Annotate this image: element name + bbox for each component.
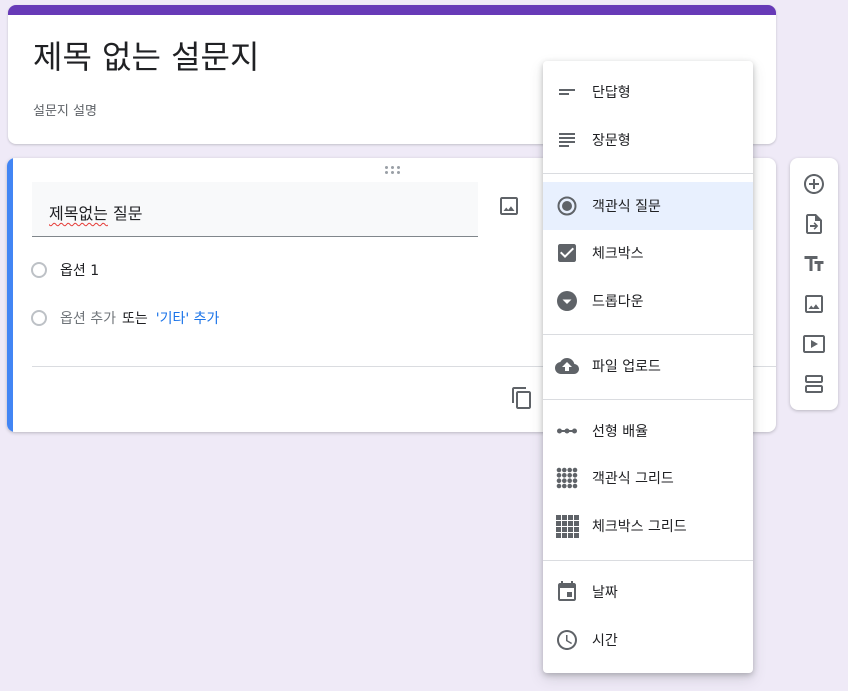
menu-item-label: 체크박스 그리드 [592,519,687,535]
menu-divider [543,334,753,335]
add-section-icon[interactable] [802,372,826,396]
radio-button [31,310,47,326]
add-option-row: 옵션 추가 또는 '기타' 추가 [31,306,219,330]
menu-item-label: 선형 배율 [592,424,648,440]
add-other-button[interactable]: '기타' 추가 [156,308,220,328]
menu-item-linear-scale[interactable]: 선형 배율 [543,407,753,455]
menu-item-short-answer[interactable]: 단답형 [543,68,753,116]
menu-item-label: 파일 업로드 [592,359,661,375]
add-option-button[interactable]: 옵션 추가 [60,308,116,328]
add-title-icon[interactable] [802,252,826,276]
add-circle-icon[interactable] [802,172,826,196]
import-questions-icon[interactable] [802,212,826,236]
menu-divider [543,173,753,174]
menu-item-checkbox[interactable]: 체크박스 [543,229,753,277]
menu-item-dropdown[interactable]: 드롭다운 [543,277,753,325]
radio-button [31,262,47,278]
paragraph-icon [555,128,579,152]
menu-item-time[interactable]: 시간 [543,616,753,664]
menu-item-file-upload[interactable]: 파일 업로드 [543,342,753,390]
side-toolbar [790,158,838,410]
dropdown-icon [555,289,579,313]
add-image-icon[interactable] [802,292,826,316]
active-card-accent [7,158,13,432]
option-label[interactable]: 옵션 1 [60,260,99,280]
menu-item-checkbox-grid[interactable]: 체크박스 그리드 [543,502,753,550]
form-title[interactable]: 제목 없는 설문지 [33,37,259,77]
menu-item-label: 객관식 질문 [592,199,661,215]
add-video-icon[interactable] [802,332,826,356]
menu-item-label: 드롭다운 [592,294,644,310]
question-type-menu: 단답형 장문형 객관식 질문 체크박스 드롭다운 파일 업로드 선형 배율 객관… [543,61,753,673]
multiple-choice-icon [555,194,579,218]
linear-scale-icon [555,419,579,443]
menu-item-label: 장문형 [592,133,631,149]
calendar-icon [555,580,579,604]
add-image-icon[interactable] [497,194,521,218]
question-title-text: 제목없는 질문 [49,200,142,224]
menu-divider [543,399,753,400]
menu-item-label: 객관식 그리드 [592,471,674,487]
question-title-input[interactable]: 제목없는 질문 [32,182,478,237]
menu-item-multiple-choice-grid[interactable]: 객관식 그리드 [543,454,753,502]
cloud-upload-icon [555,354,579,378]
question-title-rest: 질문 [107,204,143,223]
or-text: 또는 [121,311,148,327]
checkbox-icon [555,241,579,265]
short-answer-icon [555,80,579,104]
menu-item-label: 체크박스 [592,246,644,262]
multiple-choice-grid-icon [555,466,579,490]
menu-divider [543,560,753,561]
duplicate-icon[interactable] [510,386,534,410]
menu-item-date[interactable]: 날짜 [543,568,753,616]
clock-icon [555,628,579,652]
question-title-misspelled: 제목없는 [49,204,108,223]
menu-item-label: 날짜 [592,585,618,601]
menu-item-paragraph[interactable]: 장문형 [543,116,753,164]
menu-item-label: 단답형 [592,85,631,101]
drag-handle-icon[interactable] [385,166,401,176]
form-description[interactable]: 설문지 설명 [33,100,97,119]
menu-item-label: 시간 [592,633,618,649]
checkbox-grid-icon [555,514,579,538]
option-row: 옵션 1 [31,258,99,282]
menu-item-multiple-choice[interactable]: 객관식 질문 [543,182,753,230]
